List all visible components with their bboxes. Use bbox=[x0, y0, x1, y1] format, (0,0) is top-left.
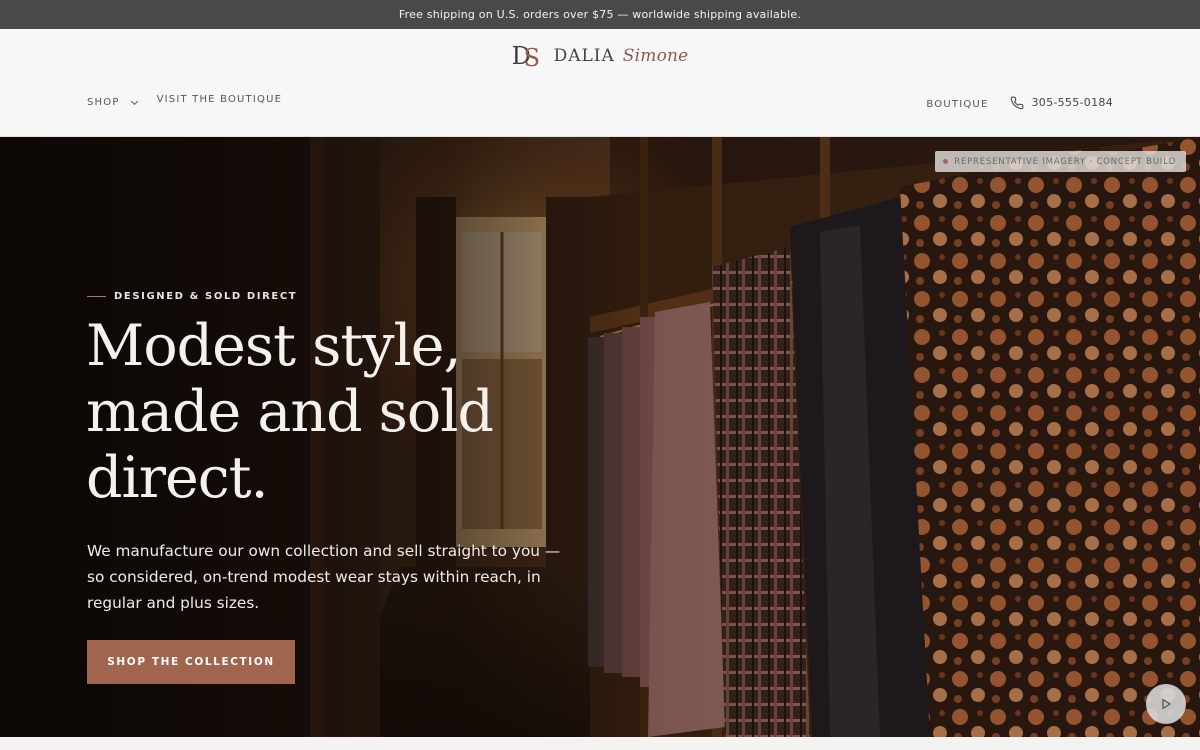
hero-eyebrow: DESIGNED & SOLD DIRECT bbox=[87, 291, 297, 302]
phone-number: 305-555-0184 bbox=[1031, 96, 1113, 109]
badge-dot-icon bbox=[943, 159, 949, 164]
nav-shop[interactable]: SHOP bbox=[87, 97, 138, 108]
secondary-nav: BOUTIQUE 305-555-0184 bbox=[926, 95, 1113, 110]
headline-line: made and sold bbox=[86, 379, 494, 445]
brand-logo[interactable]: D S DALIA Simone bbox=[0, 41, 1200, 72]
announcement-bar: Free shipping on U.S. orders over $75 — … bbox=[0, 0, 1200, 29]
phone-icon bbox=[1011, 96, 1024, 109]
shop-collection-button[interactable]: SHOP THE COLLECTION bbox=[87, 640, 295, 684]
headline-line: direct. bbox=[86, 445, 269, 511]
brand-name: DALIA bbox=[553, 46, 615, 66]
play-icon bbox=[1162, 698, 1171, 710]
hero-section: REPRESENTATIVE IMAGERY · CONCEPT BUILD D… bbox=[0, 137, 1200, 737]
imagery-badge: REPRESENTATIVE IMAGERY · CONCEPT BUILD bbox=[935, 151, 1186, 172]
brand-wordmark: DALIA Simone bbox=[554, 46, 689, 66]
eyebrow-rule bbox=[87, 296, 106, 297]
nav-visit-boutique[interactable]: VISIT THE BOUTIQUE bbox=[157, 94, 283, 105]
imagery-badge-label: REPRESENTATIVE IMAGERY · CONCEPT BUILD bbox=[954, 156, 1176, 167]
site-header: D S DALIA Simone SHOP VISIT THE BOUTIQUE… bbox=[0, 29, 1200, 137]
announcement-text: Free shipping on U.S. orders over $75 — … bbox=[398, 8, 802, 21]
monogram-s: S bbox=[523, 44, 541, 72]
hero-eyebrow-label: DESIGNED & SOLD DIRECT bbox=[114, 291, 298, 302]
brand-script: Simone bbox=[622, 46, 689, 66]
primary-nav: SHOP VISIT THE BOUTIQUE bbox=[87, 91, 282, 108]
phone-link[interactable]: 305-555-0184 bbox=[1010, 96, 1113, 110]
play-video-button[interactable] bbox=[1146, 684, 1186, 724]
nav-shop-label: SHOP bbox=[87, 97, 120, 108]
nav-boutique[interactable]: BOUTIQUE bbox=[926, 99, 988, 110]
headline-line: Modest style, bbox=[86, 313, 462, 379]
chevron-down-icon bbox=[130, 97, 138, 105]
hero-headline: Modest style, made and sold direct. bbox=[86, 313, 606, 511]
nav-visit-boutique-label: VISIT THE BOUTIQUE bbox=[156, 94, 283, 105]
hero-description: We manufacture our own collection and se… bbox=[87, 542, 561, 612]
below-fold-strip bbox=[0, 737, 1200, 750]
monogram-logo: D S bbox=[512, 41, 546, 72]
